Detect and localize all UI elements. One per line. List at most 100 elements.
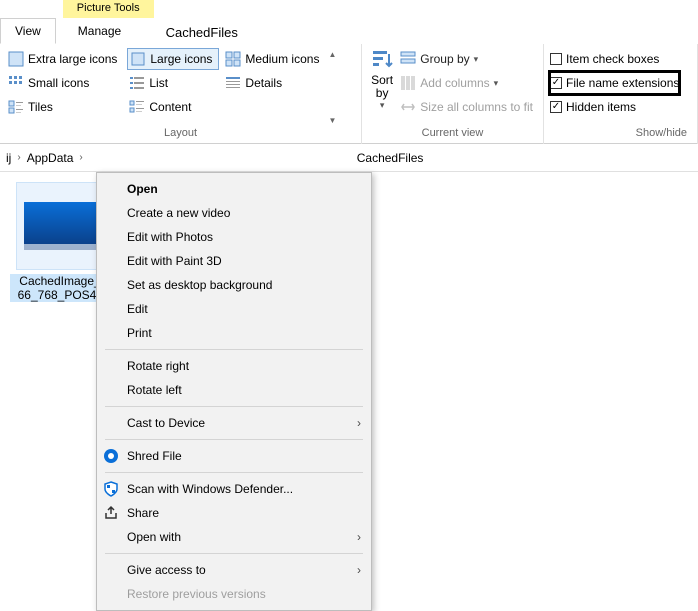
ribbon-group-layout-label: Layout <box>6 127 355 142</box>
ctx-create-new-video[interactable]: Create a new video <box>97 201 371 225</box>
ctx-scan-defender[interactable]: Scan with Windows Defender... <box>97 477 371 501</box>
view-details[interactable]: Details <box>223 72 325 94</box>
group-icon <box>400 51 416 67</box>
ctx-edit-with-photos[interactable]: Edit with Photos <box>97 225 371 249</box>
ctx-cast-to-device[interactable]: Cast to Device › <box>97 411 371 435</box>
ctx-set-desktop-background[interactable]: Set as desktop background <box>97 273 371 297</box>
chevron-right-icon[interactable]: › <box>75 152 86 163</box>
ctx-open-with[interactable]: Open with › <box>97 525 371 549</box>
group-by-button[interactable]: Group by ▾ <box>396 48 537 70</box>
ctx-rotr-label: Rotate right <box>127 359 189 373</box>
separator <box>105 472 363 473</box>
ctx-restore-previous[interactable]: Restore previous versions <box>97 582 371 606</box>
file-name-line1: CachedImage_ <box>19 274 100 288</box>
defender-shield-icon <box>103 481 119 497</box>
ctx-shred-label: Shred File <box>127 449 182 463</box>
chevron-down-icon: ▾ <box>380 100 385 111</box>
ribbon-group-showhide-label: Show/hide <box>550 127 691 142</box>
ctx-cast-label: Cast to Device <box>127 416 205 430</box>
breadcrumb-item[interactable]: AppData <box>25 151 76 165</box>
ctx-print[interactable]: Print <box>97 321 371 345</box>
ctx-restore-label: Restore previous versions <box>127 587 266 601</box>
view-small-label: Small icons <box>28 76 89 90</box>
ctx-openwith-label: Open with <box>127 530 181 544</box>
share-icon <box>103 505 119 521</box>
ribbon-group-showhide: Item check boxes File name extensions Hi… <box>544 44 698 144</box>
checkbox-icon <box>550 101 562 113</box>
size-columns-label: Size all columns to fit <box>420 100 533 114</box>
add-columns-label: Add columns <box>420 76 489 90</box>
ctx-give-access-to[interactable]: Give access to› <box>97 558 371 582</box>
separator <box>105 553 363 554</box>
ctx-paint3d-label: Edit with Paint 3D <box>127 254 222 268</box>
view-medium-icons[interactable]: Medium icons <box>223 48 325 70</box>
chevron-right-icon[interactable]: › <box>13 152 24 163</box>
separator <box>105 406 363 407</box>
file-thumbnail <box>16 182 104 270</box>
ctx-edit-with-paint3d[interactable]: Edit with Paint 3D <box>97 249 371 273</box>
view-content-label: Content <box>149 100 191 114</box>
tab-view[interactable]: View <box>0 18 56 44</box>
ctx-edit-label: Edit <box>127 302 148 316</box>
item-checkboxes-label: Item check boxes <box>566 52 659 66</box>
shred-icon <box>103 448 119 464</box>
view-extra-large-icons[interactable]: Extra large icons <box>6 48 123 70</box>
file-item[interactable]: CachedImage_ 66_768_POS4.j <box>10 182 110 302</box>
view-medium-label: Medium icons <box>245 52 319 66</box>
view-list-label: List <box>149 76 168 90</box>
ctx-open[interactable]: Open <box>97 177 371 201</box>
layout-scroll[interactable]: ▲ ▼ <box>325 48 339 127</box>
ctx-rotate-right[interactable]: Rotate right <box>97 354 371 378</box>
hidden-items-toggle[interactable]: Hidden items <box>550 96 679 118</box>
breadcrumb-item-label: AppData <box>27 151 74 165</box>
chevron-down-icon: ▾ <box>494 78 499 89</box>
add-columns-icon <box>400 75 416 91</box>
view-small-icons[interactable]: Small icons <box>6 72 123 94</box>
ribbon-group-current-view: Sort by ▾ Group by ▾ Add columns ▾ Size … <box>362 44 544 144</box>
tab-manage[interactable]: Manage <box>63 18 154 44</box>
ctx-share[interactable]: Share <box>97 501 371 525</box>
ctx-newvideo-label: Create a new video <box>127 206 230 220</box>
medium-icons-icon <box>225 51 241 67</box>
checkbox-icon <box>550 77 562 89</box>
tab-view-label: View <box>15 24 41 38</box>
chevron-right-icon: › <box>357 563 361 577</box>
view-list[interactable]: List <box>127 72 219 94</box>
breadcrumb-item-label: ij <box>6 151 11 165</box>
ctx-edit[interactable]: Edit <box>97 297 371 321</box>
chevron-down-icon: ▼ <box>328 116 336 125</box>
ribbon: Extra large icons Large icons Medium ico… <box>0 44 698 144</box>
separator <box>105 439 363 440</box>
hidden-items-label: Hidden items <box>566 100 636 114</box>
sort-by-button[interactable]: Sort by ▾ <box>368 48 396 110</box>
add-columns-button[interactable]: Add columns ▾ <box>396 72 537 94</box>
chevron-right-icon: › <box>357 416 361 430</box>
chevron-up-icon: ▲ <box>328 50 336 59</box>
tab-manage-label: Manage <box>78 24 121 38</box>
chevron-down-icon: ▾ <box>474 54 479 65</box>
view-large-icons[interactable]: Large icons <box>127 48 219 70</box>
file-list-area[interactable]: CachedImage_ 66_768_POS4.j Open Create a… <box>0 172 698 528</box>
ctx-share-label: Share <box>127 506 159 520</box>
item-checkboxes-toggle[interactable]: Item check boxes <box>550 48 679 70</box>
view-large-label: Large icons <box>150 52 212 66</box>
ctx-shred-file[interactable]: Shred File <box>97 444 371 468</box>
breadcrumb-current-label: CachedFiles <box>357 151 424 165</box>
file-name-extensions-label: File name extensions <box>566 76 679 90</box>
ctx-defender-label: Scan with Windows Defender... <box>127 482 293 496</box>
breadcrumb-current[interactable]: CachedFiles <box>355 151 426 165</box>
ribbon-group-currentview-label: Current view <box>368 127 537 142</box>
ctx-editphotos-label: Edit with Photos <box>127 230 213 244</box>
view-extra-large-label: Extra large icons <box>28 52 117 66</box>
ctx-rotate-left[interactable]: Rotate left <box>97 378 371 402</box>
content-icon <box>129 99 145 115</box>
chevron-right-icon: › <box>357 530 361 544</box>
file-name-extensions-toggle[interactable]: File name extensions <box>550 72 679 94</box>
view-tiles[interactable]: Tiles <box>6 96 123 118</box>
file-name-label: CachedImage_ 66_768_POS4.j <box>10 274 110 302</box>
ctx-print-label: Print <box>127 326 152 340</box>
separator <box>105 349 363 350</box>
view-content[interactable]: Content <box>127 96 219 118</box>
breadcrumb-item[interactable]: ij <box>4 151 13 165</box>
size-all-columns-button[interactable]: Size all columns to fit <box>396 96 537 118</box>
